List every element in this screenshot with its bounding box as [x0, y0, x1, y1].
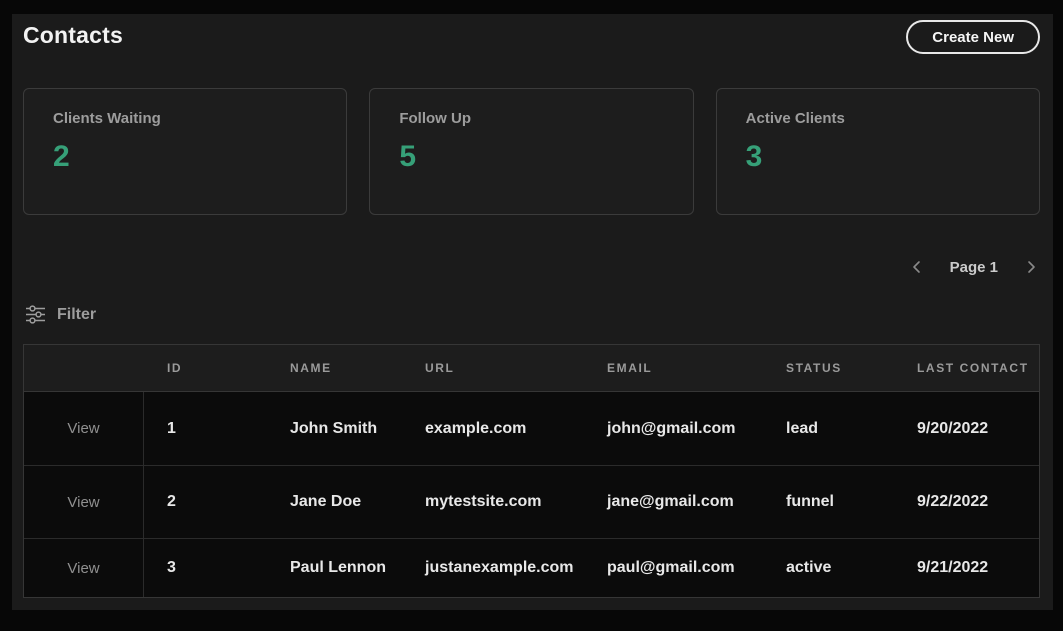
cell-name: John Smith [290, 419, 378, 437]
chevron-right-icon[interactable] [1022, 257, 1040, 277]
cell-name: Paul Lennon [290, 559, 386, 576]
contacts-table: ID NAME URL EMAIL STATUS LAST CONTACT Vi… [23, 344, 1040, 598]
cell-status: lead [786, 419, 819, 437]
cell-id: 2 [167, 493, 176, 510]
chevron-left-icon[interactable] [908, 257, 926, 277]
cell-url: justanexample.com [425, 559, 574, 576]
cell-email: paul@gmail.com [607, 559, 735, 576]
table-header-row: ID NAME URL EMAIL STATUS LAST CONTACT [24, 345, 1039, 392]
create-new-button[interactable]: Create New [906, 20, 1040, 54]
view-button[interactable]: View [67, 560, 99, 577]
table-row: View 1 John Smith example.com john@gmail… [24, 392, 1039, 465]
stat-card-label: Clients Waiting [53, 110, 161, 127]
col-header-last-contact: LAST CONTACT [917, 361, 1029, 375]
stat-card-follow-up: Follow Up 5 [369, 88, 694, 215]
cell-name: Jane Doe [290, 493, 362, 510]
stat-card-value: 3 [745, 140, 763, 173]
view-button[interactable]: View [67, 420, 99, 437]
stat-card-active-clients: Active Clients 3 [715, 88, 1040, 215]
col-header-email: EMAIL [607, 361, 653, 375]
pagination: Page 1 [908, 254, 1040, 280]
col-header-status: STATUS [786, 361, 842, 375]
cell-last-contact: 9/22/2022 [917, 493, 989, 510]
stat-card-label: Active Clients [745, 110, 845, 127]
col-header-url: URL [425, 361, 455, 375]
cell-last-contact: 9/20/2022 [917, 419, 989, 437]
contacts-panel: Contacts Create New Clients Waiting 2 Fo… [12, 14, 1053, 610]
table-row: View 3 Paul Lennon justanexample.com pau… [24, 538, 1039, 597]
stat-card-value: 2 [53, 140, 70, 173]
cell-status: active [786, 559, 832, 576]
cell-id: 3 [167, 559, 176, 576]
filter-label: Filter [57, 305, 97, 323]
cell-email: john@gmail.com [607, 419, 736, 437]
cell-status: funnel [786, 493, 834, 510]
cell-last-contact: 9/21/2022 [917, 559, 989, 576]
col-header-id: ID [167, 361, 183, 375]
view-cell: View [24, 539, 144, 597]
col-header-view [24, 345, 144, 391]
col-header-name: NAME [290, 361, 332, 375]
stat-card-label: Follow Up [399, 110, 471, 127]
view-button[interactable]: View [67, 494, 99, 511]
stat-card-value: 5 [399, 140, 417, 173]
page-title: Contacts [23, 22, 124, 48]
cell-email: jane@gmail.com [607, 493, 734, 510]
view-cell: View [24, 466, 144, 538]
view-cell: View [24, 392, 144, 465]
cell-url: mytestsite.com [425, 493, 542, 510]
cell-id: 1 [167, 419, 176, 437]
stat-card-clients-waiting: Clients Waiting 2 [23, 88, 348, 215]
cell-url: example.com [425, 419, 527, 437]
stat-cards: Clients Waiting 2 Follow Up 5 Active Cli… [23, 88, 1040, 215]
sliders-icon [25, 304, 46, 325]
table-row: View 2 Jane Doe mytestsite.com jane@gmai… [24, 465, 1039, 538]
filter-button[interactable]: Filter [25, 304, 96, 325]
page-indicator: Page 1 [949, 258, 998, 276]
